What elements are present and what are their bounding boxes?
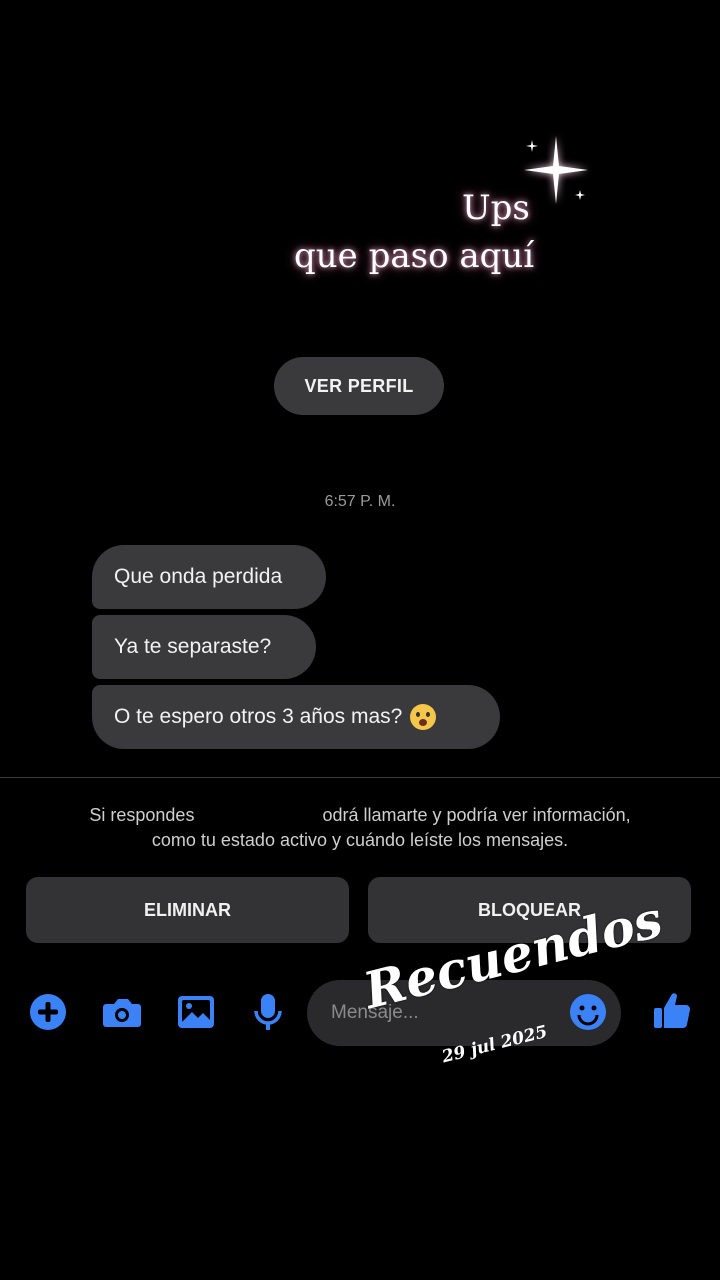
message-timestamp: 6:57 P. M. (324, 493, 396, 510)
message-request-notice: Si respondes odrá llamarte y podría ver … (40, 803, 680, 853)
sparkle-icon (524, 136, 588, 204)
message-text: Ya te separaste? (114, 635, 272, 658)
thumbs-up-icon[interactable] (650, 988, 694, 1032)
emoji-icon[interactable] (566, 990, 610, 1034)
message-text: Que onda perdida (114, 565, 283, 588)
divider (0, 777, 720, 778)
image-icon[interactable] (174, 990, 218, 1034)
notice-text-part1: Si respondes (89, 805, 195, 825)
plus-icon[interactable] (26, 990, 70, 1034)
message-bubble[interactable]: Ya te separaste? (92, 615, 316, 679)
message-bubble[interactable]: O te espero otros 3 años mas? (92, 685, 500, 749)
redacted-name (199, 807, 318, 826)
delete-button[interactable]: ELIMINAR (26, 877, 349, 943)
overlay-title-line2: que paso aquí (294, 236, 535, 276)
message-input[interactable] (329, 1001, 553, 1025)
notice-text-part2: odrá llamarte y podría ver información, (322, 805, 631, 825)
notice-text-line2: como tu estado activo y cuándo leíste lo… (151, 830, 569, 850)
view-profile-button[interactable]: VER PERFIL (274, 357, 444, 415)
camera-icon[interactable] (100, 990, 144, 1034)
microphone-icon[interactable] (246, 990, 290, 1034)
crying-face-emoji-icon (410, 704, 437, 730)
message-bubble[interactable]: Que onda perdida (92, 545, 326, 609)
message-text: O te espero otros 3 años mas? (114, 705, 403, 728)
